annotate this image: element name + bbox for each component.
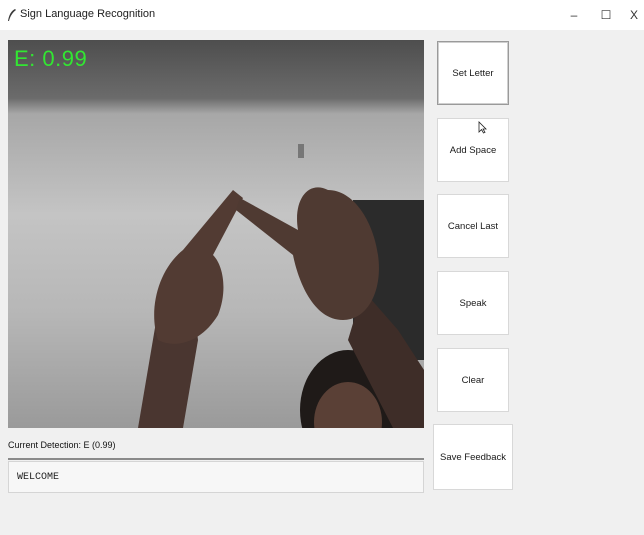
add-space-button[interactable]: Add Space [437, 118, 509, 182]
current-detection-label: Current Detection: E (0.99) [8, 440, 116, 450]
close-button[interactable]: X [620, 3, 644, 27]
feather-icon [8, 9, 16, 21]
detection-overlay: E: 0.99 [14, 46, 88, 71]
cancel-last-button[interactable]: Cancel Last [437, 194, 509, 258]
clear-button[interactable]: Clear [437, 348, 509, 412]
window-title: Sign Language Recognition [20, 8, 156, 20]
set-letter-button[interactable]: Set Letter [437, 41, 509, 105]
save-feedback-button[interactable]: Save Feedback [433, 424, 513, 490]
maximize-button[interactable]: ☐ [592, 3, 620, 27]
wall-object [298, 144, 304, 158]
minimize-button[interactable]: – [560, 3, 588, 27]
divider [8, 458, 424, 460]
camera-feed: E: 0.99 [8, 40, 424, 428]
title-bar: Sign Language Recognition – ☐ X [0, 0, 644, 30]
speak-button[interactable]: Speak [437, 271, 509, 335]
output-text-box[interactable]: WELCOME [8, 461, 424, 493]
left-hand [154, 190, 243, 344]
mouse-pointer-icon [478, 121, 487, 134]
right-hand [236, 187, 379, 320]
camera-scene [138, 144, 424, 428]
